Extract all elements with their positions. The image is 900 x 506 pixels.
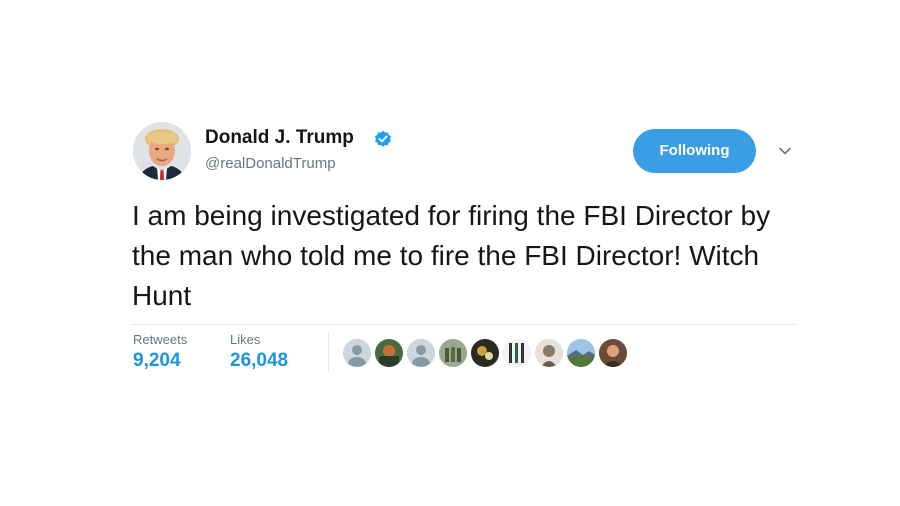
liker-avatar[interactable]	[598, 338, 628, 368]
stats-vertical-divider	[328, 332, 329, 372]
liker-avatar[interactable]	[534, 338, 564, 368]
liker-avatar[interactable]	[342, 338, 372, 368]
liker-avatars	[342, 338, 630, 368]
author-handle[interactable]: @realDonaldTrump	[205, 155, 336, 172]
tweet-card: Donald J. Trump @realDonaldTrump Followi…	[130, 118, 800, 378]
retweets-label: Retweets	[133, 332, 188, 347]
likes-stat[interactable]: Likes 26,048	[230, 332, 288, 372]
stats-top-divider	[130, 324, 796, 325]
verified-badge-icon	[375, 130, 391, 147]
chevron-down-icon[interactable]	[777, 143, 793, 159]
tweet-text: I am being investigated for firing the F…	[132, 200, 771, 311]
liker-avatar[interactable]	[566, 338, 596, 368]
following-button[interactable]: Following	[633, 129, 756, 173]
likes-count: 26,048	[230, 350, 289, 371]
likes-label: Likes	[230, 332, 261, 347]
author-avatar[interactable]	[133, 122, 191, 180]
liker-avatar[interactable]	[502, 338, 532, 368]
retweets-stat[interactable]: Retweets 9,204	[133, 332, 187, 372]
liker-avatar[interactable]	[438, 338, 468, 368]
author-name[interactable]: Donald J. Trump	[205, 127, 354, 149]
retweets-count: 9,204	[133, 350, 181, 371]
liker-avatar[interactable]	[406, 338, 436, 368]
liker-avatar[interactable]	[374, 338, 404, 368]
liker-avatar[interactable]	[470, 338, 500, 368]
